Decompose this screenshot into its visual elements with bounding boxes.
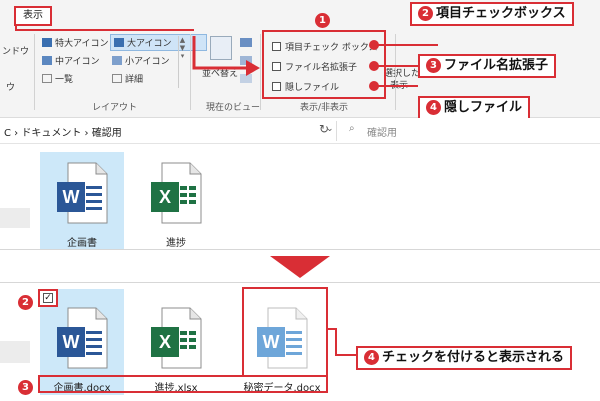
layout-item-label: 一覧: [55, 75, 74, 85]
callout-file-extensions: 3 ファイル名拡張子: [418, 54, 557, 78]
search-icon: ⌕: [349, 123, 355, 134]
ribbon-separator: [34, 34, 35, 110]
layout-list[interactable]: 一覧: [42, 72, 73, 85]
search-box[interactable]: ↻ ⌕ 確認用: [319, 121, 600, 141]
svg-text:W: W: [263, 332, 280, 352]
callout-connector: [326, 328, 356, 356]
excel-document-icon: X: [151, 162, 202, 224]
file-item-shinchoku[interactable]: X 進捗: [134, 152, 218, 249]
tab-view[interactable]: 表示: [14, 6, 52, 26]
callout-number-two: 2: [18, 291, 36, 310]
file-item-kikakusho[interactable]: W 企画書: [40, 152, 124, 249]
svg-text:W: W: [63, 187, 80, 207]
file-name: 企画書: [67, 238, 97, 249]
explorer-window-before: 表示 ンドウ ウ 特大アイコン 大アイコン 中アイコン 小アイコン 一覧 詳細 …: [0, 0, 600, 250]
svg-text:X: X: [159, 187, 171, 207]
nav-pane-strip: [0, 341, 30, 363]
layout-small-icons[interactable]: 小アイコン: [112, 54, 170, 67]
medium-icons-icon: [42, 56, 52, 65]
layout-scroll-arrows[interactable]: ▲ ▼ ▾: [178, 36, 186, 88]
callout-line-four: [378, 85, 418, 87]
file-extension-highlight: [38, 375, 328, 393]
callout-number-three: 3: [18, 376, 36, 395]
callout-number-one: 1: [315, 9, 333, 28]
callout-hidden-files: 4 隠しファイル: [418, 96, 531, 120]
nav-pane-fragment-2: ウ: [6, 83, 16, 93]
refresh-icon[interactable]: ↻: [319, 122, 329, 136]
layout-item-label: 詳細: [125, 75, 144, 85]
chevron-right-icon: ›: [84, 128, 92, 139]
excel-document-icon: X: [151, 307, 202, 369]
layout-medium-icons[interactable]: 中アイコン: [42, 54, 100, 67]
callout-shown-when-checked: 4 チェックを付けると表示される: [356, 346, 573, 370]
layout-item-label: 小アイコン: [125, 57, 170, 67]
nav-pane-strip: [0, 208, 30, 228]
search-input[interactable]: 確認用: [367, 124, 397, 139]
explorer-window-after: 2 ✓ W 企画書.docx ✓ X 進捗.xlsx: [0, 282, 600, 401]
address-bar[interactable]: C › ドキュメント › 確認用 ⌄ ↻ ⌕ 確認用: [0, 118, 600, 144]
svg-text:X: X: [159, 332, 171, 352]
item-checkbox[interactable]: ✓: [38, 289, 58, 307]
show-hide-group-label: 表示/非表示: [300, 103, 349, 113]
layout-item-label: 中アイコン: [55, 57, 100, 67]
small-icons-icon: [112, 56, 122, 65]
nav-pane-fragment[interactable]: ンドウ: [2, 44, 29, 57]
callout-line-three: [378, 65, 418, 67]
layout-group-label: レイアウト: [92, 103, 138, 113]
show-hide-highlight: [262, 30, 386, 99]
check-icon: ✓: [43, 293, 53, 303]
layout-item-label: 大アイコン: [127, 39, 172, 49]
pointer-arrow-icon: [192, 36, 260, 76]
details-icon: [112, 74, 122, 83]
callout-item-checkboxes: 2 項目チェックボックス: [410, 2, 574, 26]
callout-line-two: [378, 44, 438, 46]
word-document-icon: W: [57, 162, 108, 224]
breadcrumb-item[interactable]: ドキュメント: [21, 128, 81, 139]
word-document-icon: W: [57, 307, 108, 369]
down-arrow-icon: [270, 256, 330, 278]
layout-details[interactable]: 詳細: [112, 72, 143, 85]
tab-connector-line: [15, 26, 194, 31]
current-view-group-label: 現在のビュー: [206, 103, 261, 113]
list-icon: [42, 74, 52, 83]
breadcrumb-item[interactable]: 確認用: [92, 128, 122, 139]
layout-item-label: 特大アイコン: [55, 39, 109, 49]
breadcrumb[interactable]: C › ドキュメント › 確認用: [4, 124, 122, 139]
hidden-word-document-icon: W: [257, 307, 308, 369]
file-name: 進捗: [166, 238, 186, 249]
svg-text:W: W: [63, 332, 80, 352]
